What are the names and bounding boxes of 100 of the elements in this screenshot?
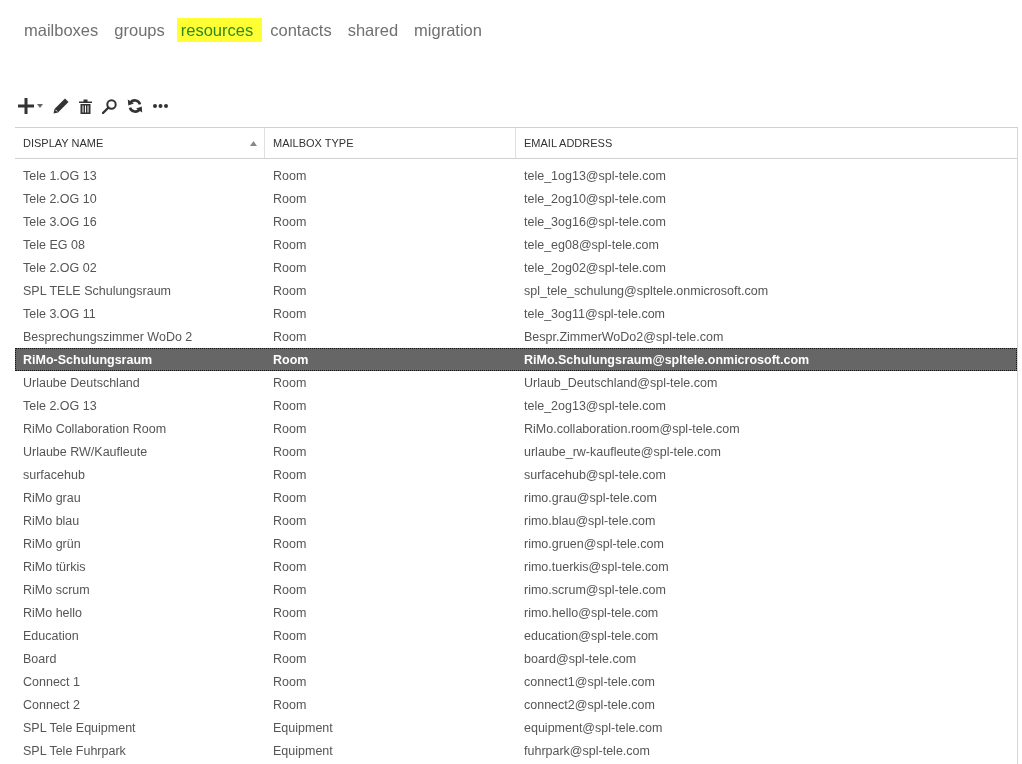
refresh-icon (127, 98, 143, 114)
table-row[interactable]: Connect 1 Room connect1@spl-tele.com (15, 670, 1017, 693)
table-cell-text: RiMo.Schulungsraum@spltele.onmicrosoft.com (523, 351, 811, 369)
table-row[interactable]: RiMo grün Room rimo.gruen@spl-tele.com (15, 532, 1017, 555)
table-cell-text: Room (272, 535, 308, 553)
column-label: DISPLAY NAME (23, 137, 104, 149)
table-cell-text: tele_2og10@spl-tele.com (523, 190, 667, 208)
table-cell-text: Room (272, 167, 308, 185)
table-cell-text: Education (22, 627, 80, 645)
table-row[interactable]: Tele 3.OG 16 Room tele_3og16@spl-tele.com (15, 210, 1017, 233)
table-row[interactable]: RiMo-Schulungsraum Room RiMo.Schulungsraum@spltele.onmicrosoft.com (15, 348, 1017, 371)
table-cell-text: rimo.blau@spl-tele.com (523, 512, 657, 530)
table-row[interactable]: SPL TELE Schulungsraum Room spl_tele_schulung@spltele.onmicrosoft.com (15, 279, 1017, 302)
table-row[interactable]: SPL Tele Fuhrpark Equipment fuhrpark@spl-tele.com (15, 739, 1017, 762)
table-cell-text: connect1@spl-tele.com (523, 673, 656, 691)
table-cell-text: RiMo grau (22, 489, 82, 507)
nav-tab[interactable]: mailboxes (20, 18, 103, 42)
table-cell-text: Urlaube RW/Kaufleute (22, 443, 149, 461)
table-row[interactable]: RiMo hello Room rimo.hello@spl-tele.com (15, 601, 1017, 624)
table-cell-text: rimo.hello@spl-tele.com (523, 604, 660, 622)
table-cell-text: tele_3og11@spl-tele.com (523, 305, 666, 323)
table-cell-text: Tele 2.OG 13 (22, 397, 98, 415)
table-row[interactable]: Tele 2.OG 02 Room tele_2og02@spl-tele.com (15, 256, 1017, 279)
caret-icon (37, 104, 43, 108)
table-cell-text: SPL Tele Equipment (22, 719, 137, 737)
table-cell-text: Besprechungszimmer WoDo 2 (22, 328, 194, 346)
table-row[interactable]: SPL Tele Equipment Equipment equipment@spl-tele.com (15, 716, 1017, 739)
table-cell-text: urlaube_rw-kaufleute@spl-tele.com (523, 443, 722, 461)
table-cell-text: tele_3og16@spl-tele.com (523, 213, 667, 231)
table-row[interactable]: RiMo blau Room rimo.blau@spl-tele.com (15, 509, 1017, 532)
nav-tab[interactable]: contacts (266, 18, 336, 42)
table-row[interactable]: Tele 3.OG 11 Room tele_3og11@spl-tele.com (15, 302, 1017, 325)
table-row[interactable]: Tele 2.OG 10 Room tele_2og10@spl-tele.com (15, 187, 1017, 210)
table-cell-text: equipment@spl-tele.com (523, 719, 664, 737)
table-cell-text: tele_eg08@spl-tele.com (523, 236, 660, 254)
table-row[interactable]: RiMo grau Room rimo.grau@spl-tele.com (15, 486, 1017, 509)
table-row[interactable]: RiMo türkis Room rimo.tuerkis@spl-tele.com (15, 555, 1017, 578)
table-cell-text: Room (272, 604, 308, 622)
table-cell-text: RiMo blau (22, 512, 81, 530)
table-cell-text: Room (272, 466, 308, 484)
table-cell-text: RiMo Collaboration Room (22, 420, 168, 438)
table-cell-text: tele_2og13@spl-tele.com (523, 397, 667, 415)
table-cell-text: Room (272, 236, 308, 254)
table-cell-text: Room (272, 558, 308, 576)
table-cell-text: Room (272, 328, 308, 346)
table-cell-text: Room (272, 397, 308, 415)
table-row[interactable]: RiMo scrum Room rimo.scrum@spl-tele.com (15, 578, 1017, 601)
table-cell-text: Tele 1.OG 13 (22, 167, 98, 185)
table-cell-text: connect2@spl-tele.com (523, 696, 656, 714)
table-cell-text: Room (272, 650, 308, 668)
table-row[interactable]: Connect 2 Room connect2@spl-tele.com (15, 693, 1017, 716)
table-row[interactable]: Education Room education@spl-tele.com (15, 624, 1017, 647)
table-row[interactable]: Board Room board@spl-tele.com (15, 647, 1017, 670)
table-cell-text: Room (272, 282, 308, 300)
table-cell-text: fuhrpark@spl-tele.com (523, 742, 651, 760)
table-cell-text: Room (272, 627, 308, 645)
table-cell-text: Room (272, 305, 308, 323)
add-button[interactable] (15, 95, 46, 117)
table-cell-text: SPL Tele Fuhrpark (22, 742, 127, 760)
table-cell-text: tele_1og13@spl-tele.com (523, 167, 667, 185)
table-cell-text: RiMo türkis (22, 558, 87, 576)
table-cell-text: Room (272, 673, 308, 691)
ellipsis-icon (153, 104, 168, 108)
table-row[interactable]: Tele 1.OG 13 Room tele_1og13@spl-tele.com (15, 164, 1017, 187)
column-header[interactable]: MAILBOX TYPE (265, 128, 516, 158)
table-cell-text: RiMo.collaboration.room@spl-tele.com (523, 420, 741, 438)
nav-tab[interactable]: resources (176, 18, 263, 42)
table-row[interactable]: Tele EG 08 Room tele_eg08@spl-tele.com (15, 233, 1017, 256)
nav-tab[interactable]: shared (343, 18, 403, 42)
table-row[interactable]: surfacehub Room surfacehub@spl-tele.com (15, 463, 1017, 486)
table-cell-text: rimo.tuerkis@spl-tele.com (523, 558, 670, 576)
table-row[interactable]: Urlaube RW/Kaufleute Room urlaube_rw-kaufleute@spl-tele.com (15, 440, 1017, 463)
table-cell-text: rimo.scrum@spl-tele.com (523, 581, 667, 599)
table-cell-text: RiMo scrum (22, 581, 91, 599)
table-cell-text: tele_2og02@spl-tele.com (523, 259, 667, 277)
table-cell-text: Equipment (272, 719, 334, 737)
table-cell-text: rimo.grau@spl-tele.com (523, 489, 658, 507)
table-cell-text: Equipment (272, 742, 334, 760)
nav-tab[interactable]: groups (110, 18, 169, 42)
table-cell-text: Room (272, 512, 308, 530)
table-cell-text: surfacehub@spl-tele.com (523, 466, 667, 484)
table-row[interactable]: Besprechungszimmer WoDo 2 Room Bespr.ZimmerWoDo2@spl-tele.com (15, 325, 1017, 348)
table-cell-text: Tele 3.OG 11 (22, 305, 97, 323)
table-row[interactable]: Tele 2.OG 13 Room tele_2og13@spl-tele.com (15, 394, 1017, 417)
table-cell-text: Room (272, 420, 308, 438)
table-cell-text: Urlaube Deutschland (22, 374, 141, 392)
table-row[interactable]: Urlaube Deutschland Room Urlaub_Deutschland@spl-tele.com (15, 371, 1017, 394)
table-cell-text: Room (272, 351, 310, 369)
table-cell-text: Room (272, 259, 308, 277)
table-cell-text: Tele 3.OG 16 (22, 213, 98, 231)
table-cell-text: rimo.gruen@spl-tele.com (523, 535, 665, 553)
column-header[interactable]: EMAIL ADDRESS (516, 128, 1017, 158)
table-cell-text: education@spl-tele.com (523, 627, 660, 645)
trash-icon (79, 98, 92, 114)
nav-tab[interactable]: migration (410, 18, 486, 42)
column-label: EMAIL ADDRESS (524, 137, 613, 149)
table-cell-text: Room (272, 443, 308, 461)
table-row[interactable]: RiMo Collaboration Room Room RiMo.collaboration.room@spl-tele.com (15, 417, 1017, 440)
column-header[interactable]: DISPLAY NAME (15, 128, 265, 158)
table-cell-text: Room (272, 213, 308, 231)
